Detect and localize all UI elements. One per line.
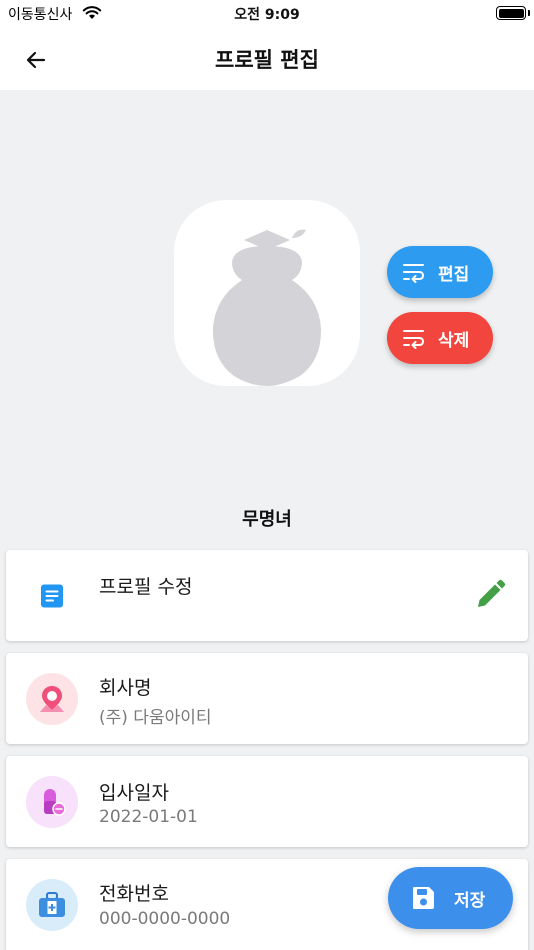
- edit-profile-card[interactable]: 프로필 수정: [6, 550, 528, 641]
- status-time: 오전 9:09: [234, 7, 300, 23]
- medical-kit-icon: [26, 879, 78, 931]
- delete-photo-label: 삭제: [438, 330, 470, 351]
- join-date-value: 2022-01-01: [99, 807, 198, 827]
- profile-avatar[interactable]: [174, 200, 360, 386]
- wrap-text-icon: [403, 264, 424, 283]
- company-value: (주) 다움아이티: [99, 708, 212, 728]
- join-date-card[interactable]: 입사일자 2022-01-01: [6, 756, 528, 847]
- pencil-icon[interactable]: [474, 579, 506, 615]
- phone-value: 000-0000-0000: [99, 909, 231, 929]
- edit-photo-label: 편집: [438, 264, 470, 285]
- company-icon: [26, 673, 78, 725]
- battery-icon: [496, 6, 526, 20]
- join-date-label: 입사일자: [99, 782, 169, 804]
- edit-photo-button[interactable]: 편집: [387, 246, 493, 298]
- status-bar: 이동통신사 오전 9:09: [0, 0, 534, 28]
- profile-name: 무명녀: [242, 509, 292, 530]
- edit-profile-label: 프로필 수정: [99, 576, 193, 598]
- company-label: 회사명: [99, 677, 152, 699]
- floppy-disk-icon: [413, 887, 434, 909]
- battery-cap: [528, 10, 530, 16]
- company-card[interactable]: 회사명 (주) 다움아이티: [6, 653, 528, 744]
- save-label: 저장: [454, 890, 486, 911]
- avatar-placeholder-icon: [212, 229, 322, 386]
- document-icon: [26, 570, 78, 622]
- app-header: 프로필 편집: [0, 28, 534, 90]
- pill-icon: [26, 776, 78, 828]
- save-button[interactable]: 저장: [388, 867, 513, 929]
- page-title: 프로필 편집: [215, 48, 319, 72]
- delete-photo-button[interactable]: 삭제: [387, 312, 493, 364]
- phone-label: 전화번호: [99, 883, 169, 905]
- wrap-text-icon: [403, 330, 424, 349]
